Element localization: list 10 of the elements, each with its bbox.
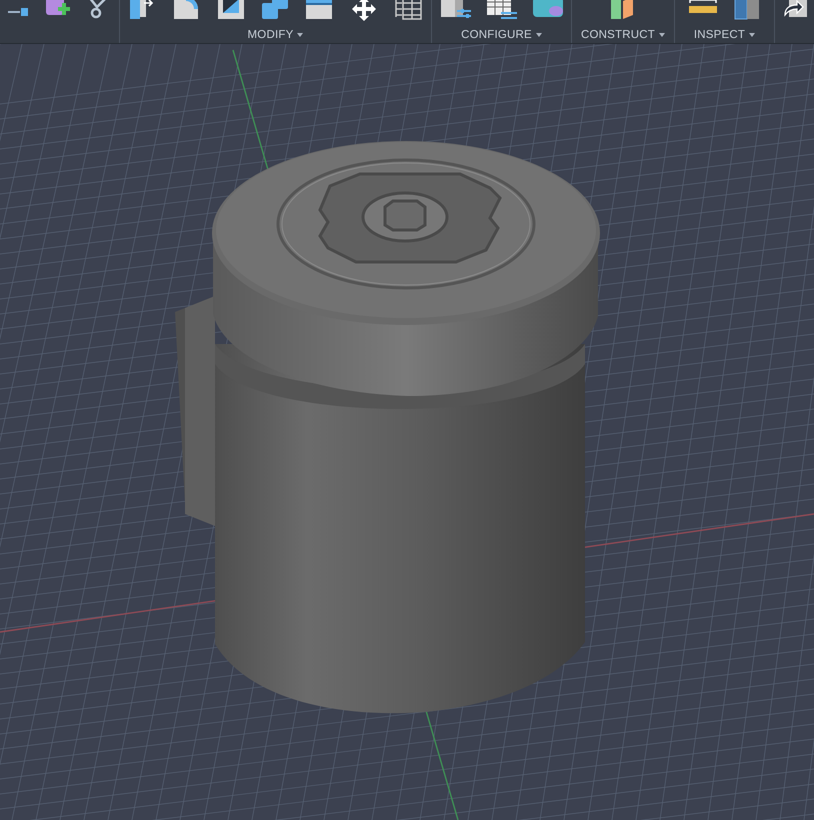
configuration-table-icon[interactable] (484, 0, 518, 21)
caret-icon (749, 33, 756, 37)
group-menu[interactable]: MODIFY (246, 28, 306, 42)
caret-icon (297, 33, 304, 37)
caret-icon (659, 33, 665, 37)
group-menu[interactable]: CONSTRUCT (579, 28, 667, 42)
caret-icon (536, 33, 542, 37)
configure-icon[interactable] (438, 0, 472, 21)
group-menu[interactable]: INSPECT (692, 28, 758, 42)
group-menu[interactable]: CONFIGURE (459, 28, 544, 42)
